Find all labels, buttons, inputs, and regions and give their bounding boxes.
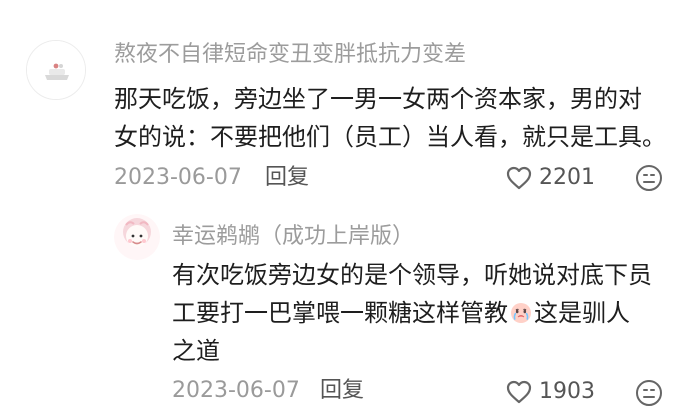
neutral-face-icon[interactable] [634, 163, 664, 193]
comment-text-line-2: 女的说：不要把他们（员工）当人看，就只是工具。 [114, 123, 666, 151]
like-button[interactable]: 2201 [505, 164, 595, 192]
heart-outline-icon [505, 379, 533, 405]
pink-character-avatar-icon [114, 214, 160, 260]
crying-face-emoji-icon [509, 300, 533, 324]
comment-text-line-2: 工要打一巴掌喂一颗糖这样管教 这是驯人 [172, 296, 630, 330]
comment-date: 2023-06-07 [172, 378, 300, 403]
white-tray-avatar-icon [27, 41, 85, 99]
username[interactable]: 熬夜不自律短命变丑变胖抵抗力变差 [114, 40, 466, 70]
like-count: 1903 [539, 379, 595, 404]
like-count: 2201 [539, 165, 595, 190]
neutral-face-icon[interactable] [634, 378, 664, 408]
comment-text-line-1: 那天吃饭，旁边坐了一男一女两个资本家，男的对 [114, 85, 642, 113]
comment-date: 2023-06-07 [114, 165, 242, 190]
comment-text-line-3: 之道 [172, 337, 220, 365]
avatar[interactable] [26, 40, 86, 100]
avatar[interactable] [114, 214, 160, 260]
comment-text-segment: 这是驯人 [534, 299, 630, 327]
reply-button[interactable]: 回复 [265, 164, 309, 192]
like-button[interactable]: 1903 [505, 378, 595, 406]
comment-text-line-1: 有次吃饭旁边女的是个领导，听她说对底下员 [172, 261, 652, 289]
heart-outline-icon [505, 165, 533, 191]
reply-button[interactable]: 回复 [320, 377, 364, 405]
username[interactable]: 幸运鹈鹕（成功上岸版） [172, 222, 414, 252]
comment-text-segment: 工要打一巴掌喂一颗糖这样管教 [172, 299, 508, 327]
